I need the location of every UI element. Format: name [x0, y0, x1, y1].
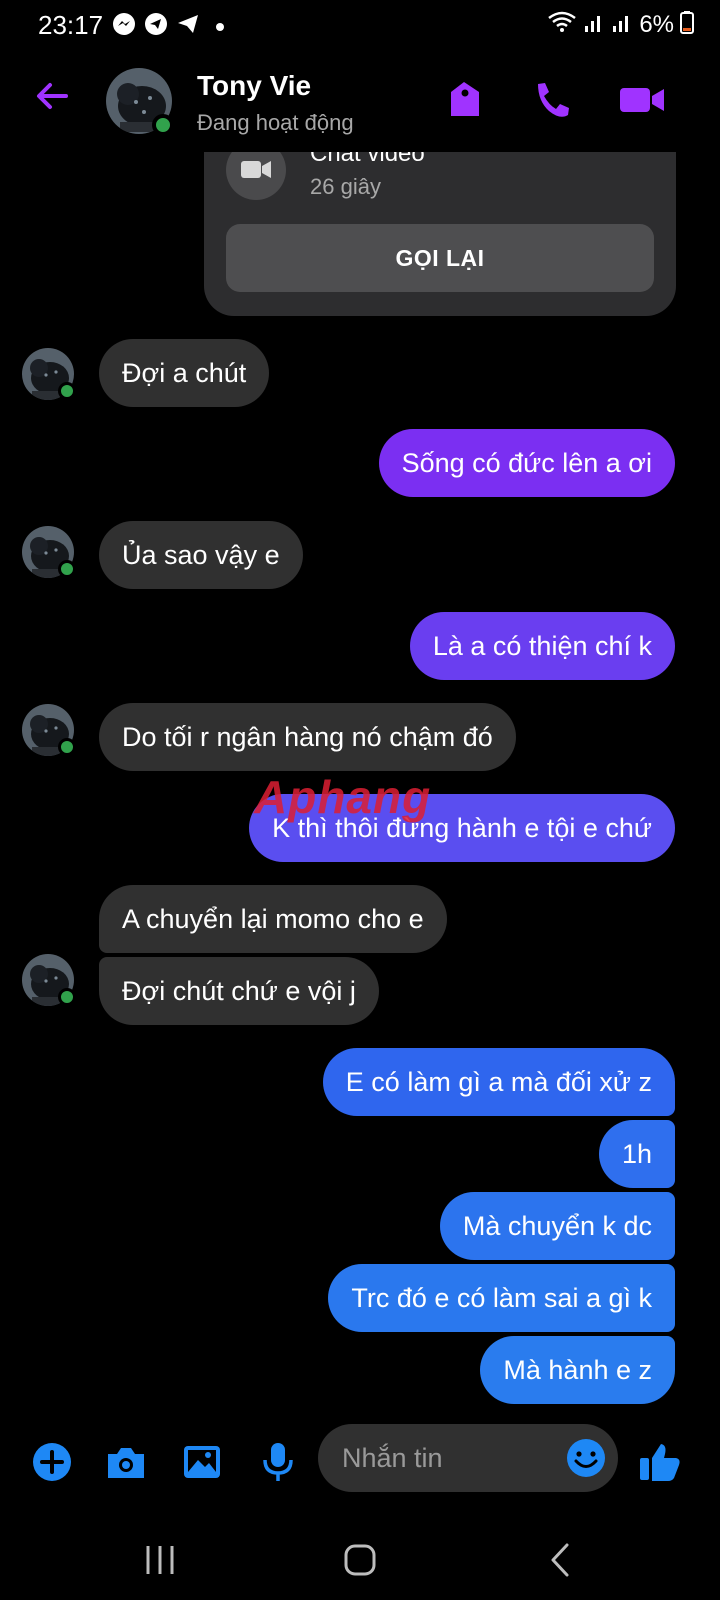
system-navigation-bar [0, 1520, 720, 1600]
message-bubble-outgoing[interactable]: Trc đó e có làm sai a gì k [328, 1264, 675, 1332]
message-bubble-outgoing[interactable]: Mà chuyển k dc [439, 1192, 675, 1260]
call-back-button[interactable]: GỌI LẠI [226, 224, 654, 292]
message-bubble-outgoing[interactable]: Sống có đức lên a ơi [378, 429, 675, 497]
microphone-icon[interactable] [256, 1440, 300, 1484]
message-composer [0, 1424, 720, 1504]
message-bubble-outgoing[interactable]: Là a có thiện chí k [409, 612, 675, 680]
online-indicator [58, 988, 76, 1006]
online-indicator [58, 738, 76, 756]
call-duration: 26 giây [310, 174, 381, 199]
home-icon[interactable] [338, 1538, 382, 1582]
notification-dot-icon [216, 22, 224, 31]
battery-percent: 6% [639, 10, 674, 38]
telegram-send-icon [176, 12, 200, 41]
message-bubble-outgoing[interactable]: 1h [598, 1120, 675, 1188]
recent-apps-icon[interactable] [138, 1538, 182, 1582]
video-call-icon[interactable] [618, 78, 666, 122]
telegram-icon [144, 12, 168, 41]
watermark: Aphang [254, 771, 432, 823]
chat-header: Tony Vie Đang hoạt động [0, 52, 720, 152]
contact-status: Đang hoạt động [197, 110, 354, 135]
signal-icon [583, 10, 605, 39]
online-indicator [152, 114, 174, 136]
message-bubble-incoming[interactable]: Đợi chút chứ e vội j [99, 957, 379, 1025]
message-bubble-incoming[interactable]: Do tối r ngân hàng nó chậm đó [99, 703, 516, 771]
gallery-icon[interactable] [180, 1440, 224, 1484]
message-bubble-incoming[interactable]: Ủa sao vậy e [99, 521, 303, 589]
message-bubble-outgoing[interactable]: Mà hành e z [480, 1336, 675, 1404]
wifi-icon [547, 10, 577, 39]
back-nav-icon[interactable] [540, 1538, 584, 1582]
signal-icon [611, 10, 633, 39]
message-bubble-incoming[interactable]: A chuyển lại momo cho e [99, 885, 447, 953]
message-bubble-incoming[interactable]: Đợi a chút [99, 339, 270, 407]
camera-icon[interactable] [104, 1440, 148, 1484]
thumbs-up-icon[interactable] [638, 1440, 684, 1484]
emoji-icon[interactable] [564, 1436, 608, 1480]
status-bar: 23:17 6% [0, 0, 720, 52]
tag-icon[interactable] [444, 78, 488, 122]
messenger-icon [112, 12, 136, 41]
contact-name[interactable]: Tony Vie [197, 70, 311, 102]
phone-call-icon[interactable] [530, 78, 574, 122]
battery-icon [680, 10, 694, 39]
status-time: 23:17 [38, 10, 104, 40]
online-indicator [58, 382, 76, 400]
message-bubble-outgoing[interactable]: E có làm gì a mà đối xử z [322, 1048, 675, 1116]
back-arrow-icon[interactable] [30, 74, 74, 118]
online-indicator [58, 560, 76, 578]
plus-icon[interactable] [30, 1440, 74, 1484]
